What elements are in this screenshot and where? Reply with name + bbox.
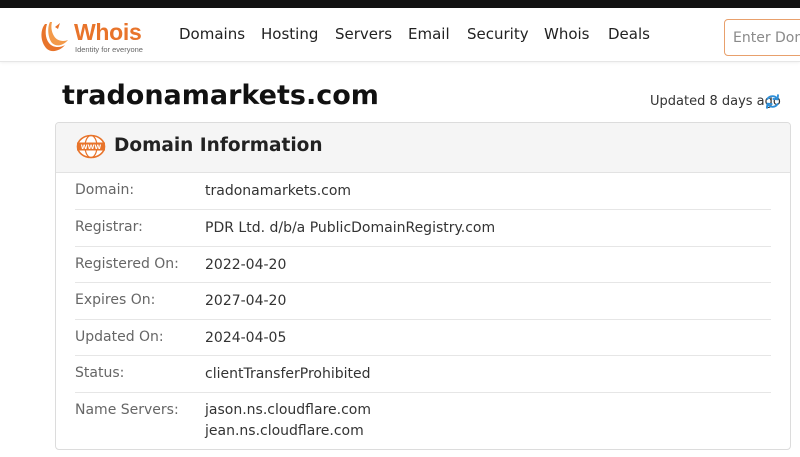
navbar: Whois Identity for everyone Domains Host… (0, 8, 800, 62)
name-server-list: jason.ns.cloudflare.com jean.ns.cloudfla… (205, 400, 371, 442)
info-row-updated-on: Updated On: 2024-04-05 (75, 320, 771, 356)
row-label: Name Servers: (75, 402, 179, 418)
nav-servers[interactable]: Servers (335, 25, 392, 43)
top-strip (0, 0, 800, 8)
name-server: jason.ns.cloudflare.com (205, 402, 371, 418)
row-label: Expires On: (75, 292, 156, 308)
card-title: Domain Information (114, 135, 323, 156)
nav-domains[interactable]: Domains (179, 25, 245, 43)
info-row-expires-on: Expires On: 2027-04-20 (75, 283, 771, 320)
info-row-domain: Domain: tradonamarkets.com (75, 173, 771, 210)
refresh-icon[interactable] (764, 93, 781, 110)
info-row-registered-on: Registered On: 2022-04-20 (75, 247, 771, 283)
nav-security[interactable]: Security (467, 25, 529, 43)
info-row-registrar: Registrar: PDR Ltd. d/b/a PublicDomainRe… (75, 210, 771, 247)
nav-email[interactable]: Email (408, 25, 450, 43)
updated-timestamp: Updated 8 days ago (650, 94, 781, 109)
domain-information-card: WWW Domain Information Domain: tradonama… (55, 122, 791, 450)
logo-tagline: Identity for everyone (75, 45, 143, 54)
logo[interactable]: Whois Identity for everyone (38, 18, 158, 56)
page-title: tradonamarkets.com (62, 80, 379, 111)
row-label: Registrar: (75, 219, 143, 235)
name-server: jean.ns.cloudflare.com (205, 423, 364, 439)
domain-search-input[interactable] (724, 19, 800, 56)
svg-text:WWW: WWW (81, 144, 102, 151)
row-value: 2027-04-20 (205, 293, 287, 309)
logo-mark-icon (41, 22, 68, 52)
row-label: Registered On: (75, 256, 179, 272)
card-header: WWW Domain Information (56, 123, 790, 173)
row-label: Status: (75, 365, 125, 381)
row-value: tradonamarkets.com (205, 183, 352, 199)
row-value: 2024-04-05 (205, 330, 287, 346)
nav-deals[interactable]: Deals (608, 25, 650, 43)
nav-whois[interactable]: Whois (544, 25, 590, 43)
row-value: 2022-04-20 (205, 257, 287, 273)
row-label: Domain: (75, 182, 135, 198)
row-value: clientTransferProhibited (205, 366, 371, 382)
row-value: PDR Ltd. d/b/a PublicDomainRegistry.com (205, 220, 496, 236)
row-label: Updated On: (75, 329, 164, 345)
www-icon: WWW (76, 134, 106, 159)
info-row-name-servers: Name Servers: jason.ns.cloudflare.com je… (75, 393, 771, 449)
nav-hosting[interactable]: Hosting (261, 25, 318, 43)
info-row-status: Status: clientTransferProhibited (75, 356, 771, 393)
logo-wordmark: Whois (74, 19, 142, 45)
